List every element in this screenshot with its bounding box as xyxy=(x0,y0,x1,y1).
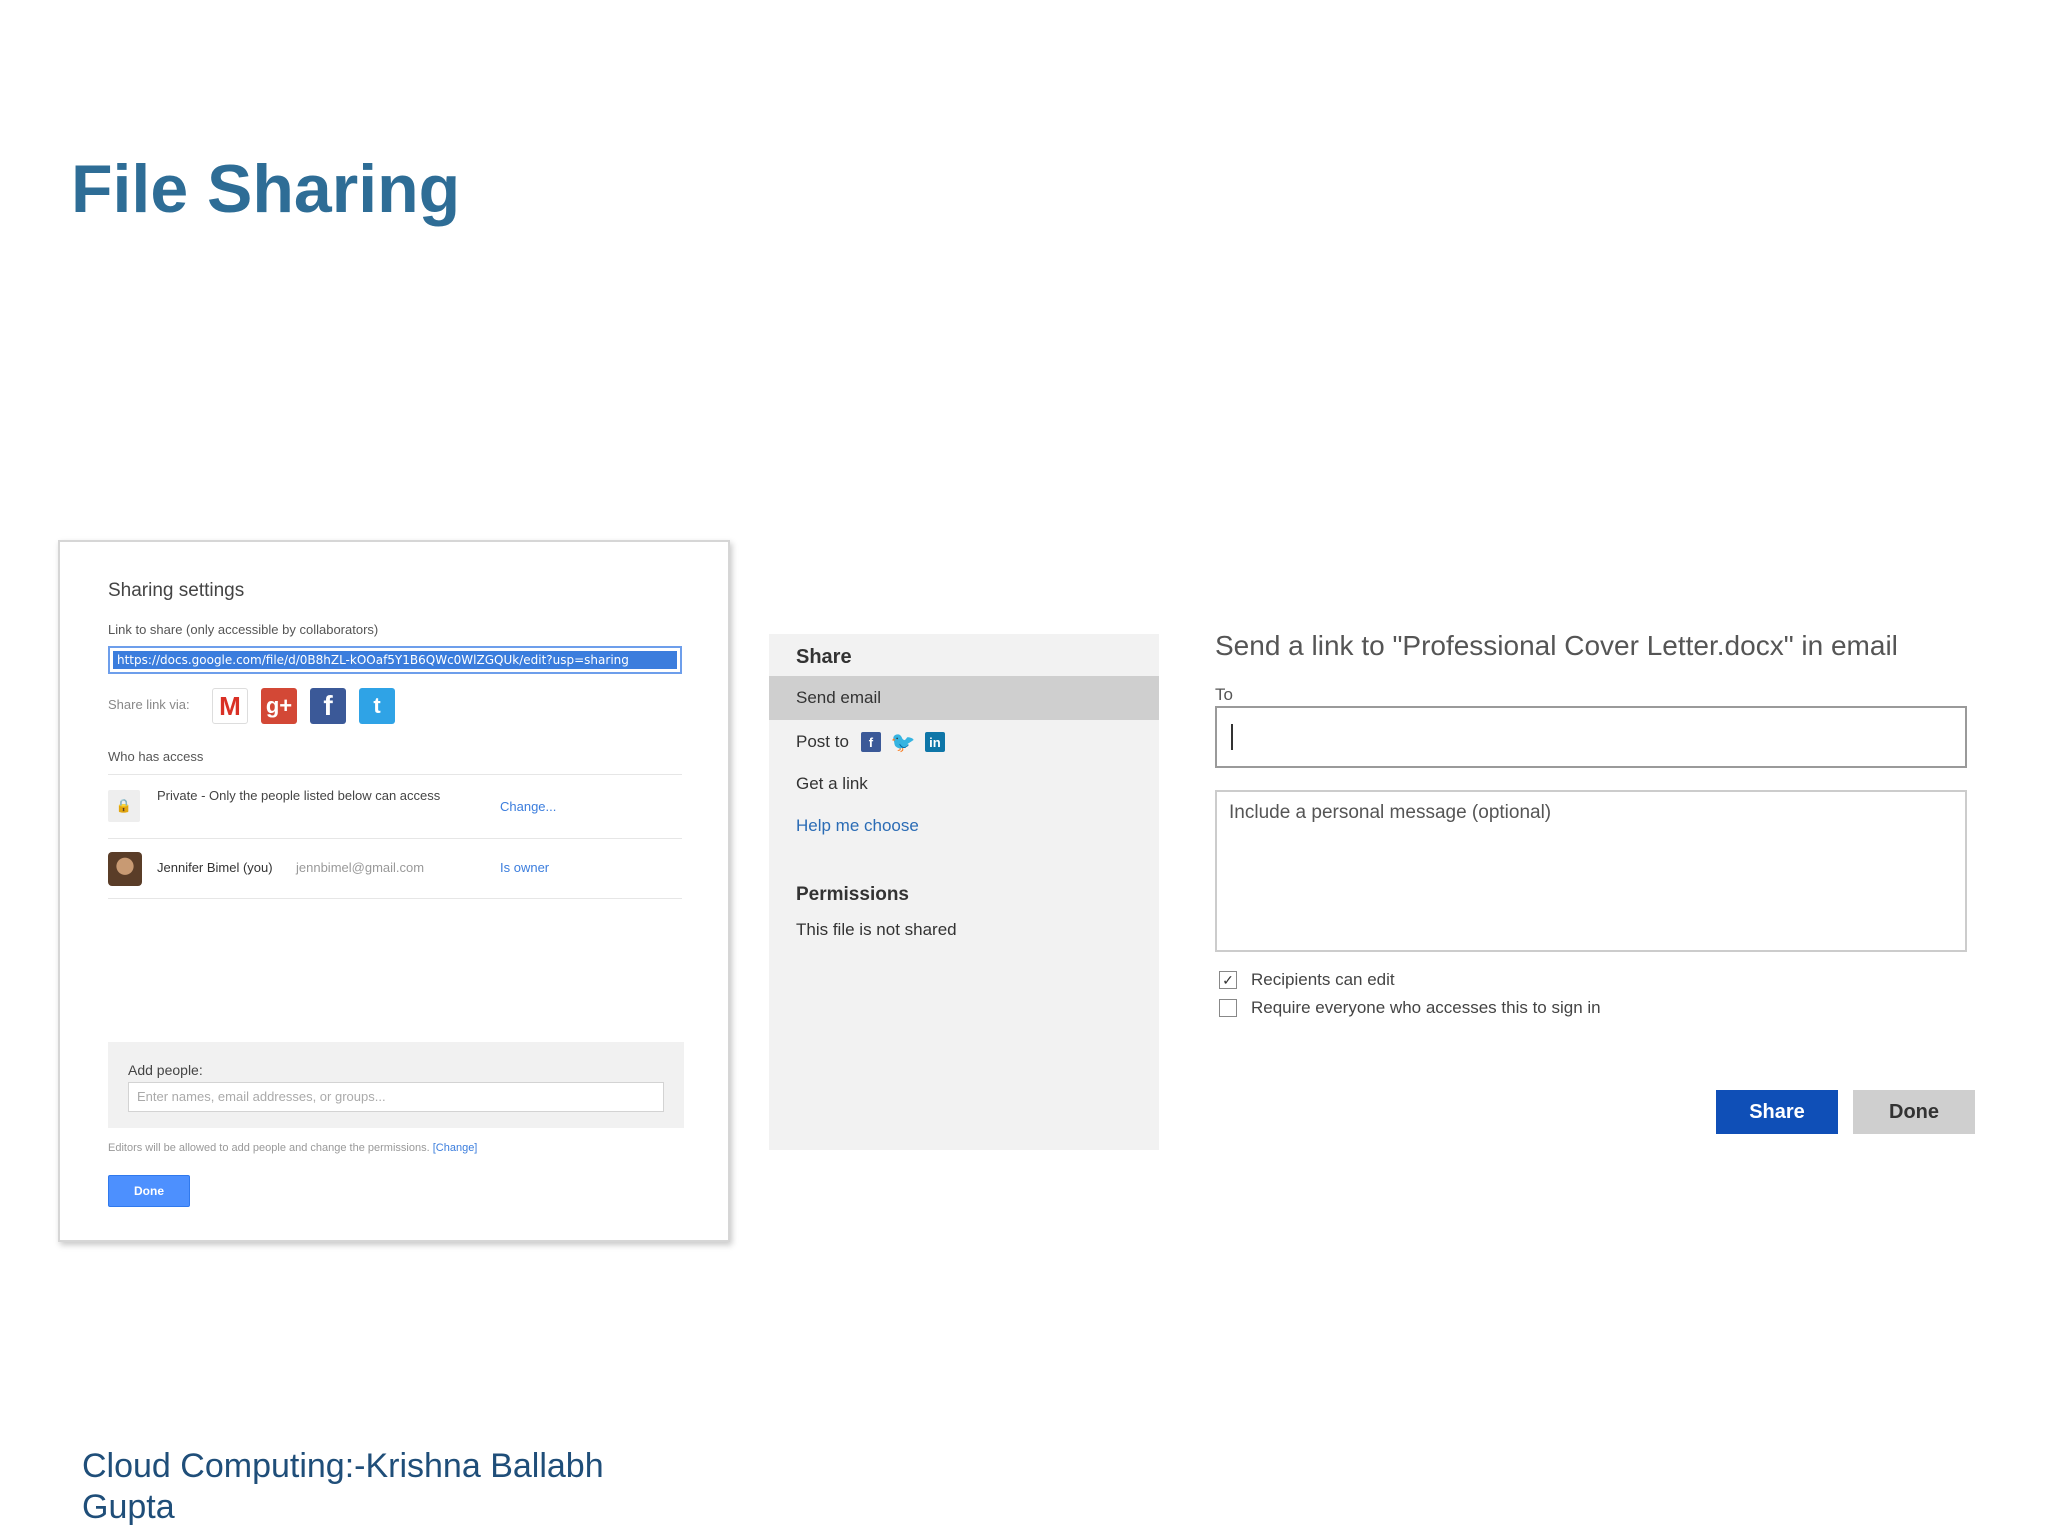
facebook-icon[interactable]: f xyxy=(310,688,346,724)
divider xyxy=(108,838,682,839)
permissions-status: This file is not shared xyxy=(796,920,957,939)
text-caret xyxy=(1231,724,1233,750)
sidebar-item-help[interactable]: Help me choose xyxy=(769,804,1159,848)
recipients-can-edit-option[interactable]: ✓ Recipients can edit xyxy=(1219,970,1395,990)
who-has-access-heading: Who has access xyxy=(108,749,204,764)
sidebar-item-label: Send email xyxy=(796,688,882,707)
add-people-label: Add people: xyxy=(128,1062,203,1078)
divider xyxy=(108,898,682,899)
send-email-panel: Send a link to "Professional Cover Lette… xyxy=(1215,630,1975,1150)
share-heading: Share xyxy=(796,646,852,668)
add-people-section: Add people: Enter names, email addresses… xyxy=(108,1042,684,1128)
linkedin-icon[interactable]: in xyxy=(924,732,945,752)
recipients-can-edit-label: Recipients can edit xyxy=(1251,970,1395,989)
share-link-field[interactable]: https://docs.google.com/file/d/0B8hZL-kO… xyxy=(108,646,682,674)
google-plus-icon[interactable]: g+ xyxy=(261,688,297,724)
editors-note: Editors will be allowed to add people an… xyxy=(108,1142,477,1154)
lock-icon: 🔒 xyxy=(108,790,140,822)
permissions-heading: Permissions xyxy=(796,884,909,905)
share-link-via-label: Share link via: xyxy=(108,697,190,712)
editors-note-text: Editors will be allowed to add people an… xyxy=(108,1142,430,1154)
panel-title: Send a link to "Professional Cover Lette… xyxy=(1215,630,1898,661)
google-sharing-dialog: Sharing settings Link to share (only acc… xyxy=(58,540,730,1242)
collaborator-role[interactable]: Is owner xyxy=(500,860,549,875)
share-link-url[interactable]: https://docs.google.com/file/d/0B8hZL-kO… xyxy=(113,651,677,669)
to-input[interactable] xyxy=(1215,706,1967,768)
help-me-choose-link[interactable]: Help me choose xyxy=(796,816,919,836)
sidebar-item-get-link[interactable]: Get a link xyxy=(769,762,1159,806)
sidebar-item-post-to[interactable]: Post to f 🐦 in xyxy=(769,720,1159,764)
require-signin-label: Require everyone who accesses this to si… xyxy=(1251,998,1601,1017)
editors-change-link[interactable]: [Change] xyxy=(433,1142,478,1154)
sidebar-item-label: Get a link xyxy=(796,774,868,793)
sidebar-item-send-email[interactable]: Send email xyxy=(769,676,1159,720)
add-people-input[interactable]: Enter names, email addresses, or groups.… xyxy=(128,1082,664,1112)
recipients-can-edit-checkbox[interactable]: ✓ xyxy=(1219,971,1237,989)
twitter-icon[interactable]: t xyxy=(359,688,395,724)
change-visibility-link[interactable]: Change... xyxy=(500,799,556,814)
require-signin-checkbox[interactable] xyxy=(1219,999,1237,1017)
share-button[interactable]: Share xyxy=(1716,1090,1838,1134)
link-to-share-label: Link to share (only accessible by collab… xyxy=(108,622,379,637)
sidebar-item-label: Post to xyxy=(796,732,849,751)
collaborator-name: Jennifer Bimel (you) xyxy=(157,860,273,875)
gmail-icon[interactable]: M xyxy=(212,688,248,724)
slide-title: File Sharing xyxy=(71,151,461,227)
collaborator-email: jennbimel@gmail.com xyxy=(296,860,425,875)
dialog-title: Sharing settings xyxy=(108,580,245,601)
share-sidebar: Share Send email Post to f 🐦 in Get a li… xyxy=(769,634,1159,1150)
visibility-status: Private - Only the people listed below c… xyxy=(157,788,441,803)
personal-message-field[interactable]: Include a personal message (optional) xyxy=(1215,790,1967,952)
done-button[interactable]: Done xyxy=(108,1175,190,1207)
divider xyxy=(108,774,682,775)
twitter-icon[interactable]: 🐦 xyxy=(890,732,915,754)
slide-footer: Cloud Computing:-Krishna Ballabh Gupta xyxy=(82,1447,604,1526)
done-button[interactable]: Done xyxy=(1853,1090,1975,1134)
require-signin-option[interactable]: Require everyone who accesses this to si… xyxy=(1219,998,1601,1018)
facebook-icon[interactable]: f xyxy=(860,732,881,752)
avatar xyxy=(108,852,142,886)
to-label: To xyxy=(1215,685,1233,704)
